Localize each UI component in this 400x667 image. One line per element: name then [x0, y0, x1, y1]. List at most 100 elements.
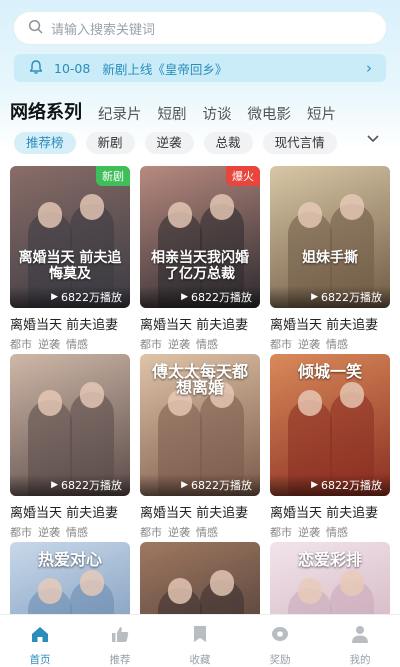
- poster-figure: [38, 578, 62, 604]
- video-card[interactable]: 傅太太每天都想离婚 ▶ 6822万播放 离婚当天 前夫追妻 都市 逆袭 情感: [140, 354, 260, 540]
- poster-figure: [168, 202, 192, 228]
- poster-image[interactable]: 离婚当天 前夫追悔莫及 新剧 ▶ 6822万播放: [10, 166, 130, 308]
- category-tab[interactable]: 短片: [307, 103, 336, 124]
- play-count-text: 6822万播放: [321, 479, 382, 492]
- card-title[interactable]: 离婚当天 前夫追妻: [270, 314, 390, 333]
- card-title[interactable]: 离婚当天 前夫追妻: [140, 314, 260, 333]
- category-tab[interactable]: 访谈: [203, 103, 232, 124]
- poster-image[interactable]: ▶ 6822万播放: [10, 354, 130, 496]
- home-icon: [29, 623, 51, 649]
- play-count-text: 6822万播放: [61, 291, 122, 304]
- card-tags: 都市 逆袭 情感: [270, 336, 390, 352]
- category-tab[interactable]: 网络系列: [10, 98, 82, 124]
- card-title[interactable]: 离婚当天 前夫追妻: [270, 502, 390, 521]
- poster-title-art: 恋爱彩排: [297, 550, 362, 569]
- poster-image[interactable]: 相亲当天我闪婚了亿万总裁 爆火 ▶ 6822万播放: [140, 166, 260, 308]
- category-tabs: 网络系列 纪录片 短剧 访谈 微电影 短片: [10, 98, 352, 124]
- card-tags: 都市 逆袭 情感: [270, 524, 390, 540]
- play-icon: ▶: [181, 292, 188, 302]
- card-tag: 逆袭: [298, 526, 320, 539]
- play-count: ▶ 6822万播放: [270, 286, 390, 308]
- play-count-text: 6822万播放: [61, 479, 122, 492]
- poster-figure: [340, 194, 364, 220]
- card-title[interactable]: 离婚当天 前夫追妻: [10, 502, 130, 521]
- tab-thumbs-up[interactable]: 推荐: [80, 615, 160, 667]
- card-tags: 都市 逆袭 情感: [10, 336, 130, 352]
- video-card[interactable]: 恋爱彩排: [270, 542, 390, 614]
- poster-image[interactable]: [140, 542, 260, 614]
- tab-home[interactable]: 首页: [0, 615, 80, 667]
- coin-icon: [269, 623, 291, 649]
- poster-figure: [298, 390, 322, 416]
- video-card[interactable]: 相亲当天我闪婚了亿万总裁 爆火 ▶ 6822万播放 离婚当天 前夫追妻 都市 逆袭 情感: [140, 166, 260, 352]
- tab-label: 推荐: [109, 654, 131, 666]
- filter-chip[interactable]: 新剧: [85, 132, 135, 154]
- card-tag: 情感: [196, 338, 218, 351]
- card-tag: 逆袭: [38, 526, 60, 539]
- poster-figure: [340, 570, 364, 596]
- card-tag: 都市: [140, 526, 162, 539]
- card-tag: 情感: [196, 526, 218, 539]
- video-card[interactable]: [140, 542, 260, 614]
- video-card[interactable]: 离婚当天 前夫追悔莫及 新剧 ▶ 6822万播放 离婚当天 前夫追妻 都市 逆袭 情感: [10, 166, 130, 352]
- poster-title-art: 相亲当天我闪婚了亿万总裁: [151, 250, 249, 282]
- poster-figure: [38, 202, 62, 228]
- poster-title-art: 离婚当天 前夫追悔莫及: [18, 250, 122, 282]
- play-icon: ▶: [51, 480, 58, 490]
- poster-image[interactable]: 姐妹手撕 ▶ 6822万播放: [270, 166, 390, 308]
- video-card[interactable]: 倾城一笑 ▶ 6822万播放离婚当天 前夫追妻 都市 逆袭 情感: [270, 354, 390, 540]
- filter-chip[interactable]: 推荐榜: [14, 132, 76, 154]
- chevron-right-icon: ›: [366, 59, 372, 77]
- card-tag: 逆袭: [38, 338, 60, 351]
- poster-figure: [80, 570, 104, 596]
- search-placeholder: 请输入搜索关键词: [51, 22, 156, 38]
- tab-label: 我的: [349, 654, 371, 666]
- play-count: ▶ 6822万播放: [140, 286, 260, 308]
- filter-chips: 推荐榜 新剧 逆袭 总裁 现代言情: [14, 132, 364, 154]
- category-tab[interactable]: 短剧: [158, 103, 187, 124]
- card-tags: 都市 逆袭 情感: [140, 336, 260, 352]
- card-tag: 都市: [10, 338, 32, 351]
- play-icon: ▶: [51, 292, 58, 302]
- play-count: ▶ 6822万播放: [10, 286, 130, 308]
- video-card[interactable]: 姐妹手撕 ▶ 6822万播放离婚当天 前夫追妻 都市 逆袭 情感: [270, 166, 390, 352]
- card-tag: 情感: [66, 338, 88, 351]
- poster-image[interactable]: 热爱对心: [10, 542, 130, 614]
- bookmark-icon: [189, 623, 211, 649]
- category-tab[interactable]: 纪录片: [98, 103, 142, 124]
- thumbs-up-icon: [109, 623, 131, 649]
- chevron-down-icon[interactable]: [366, 133, 380, 148]
- poster-image[interactable]: 恋爱彩排: [270, 542, 390, 614]
- card-tag: 逆袭: [168, 526, 190, 539]
- status-badge: 爆火: [226, 166, 260, 186]
- poster-figure: [298, 578, 322, 604]
- poster-figure: [80, 194, 104, 220]
- category-tab[interactable]: 微电影: [248, 103, 292, 124]
- poster-figure: [210, 194, 234, 220]
- card-tag: 情感: [66, 526, 88, 539]
- play-icon: ▶: [311, 292, 318, 302]
- play-count-text: 6822万播放: [321, 291, 382, 304]
- tab-bookmark[interactable]: 收藏: [160, 615, 240, 667]
- play-count-text: 6822万播放: [191, 479, 252, 492]
- tab-user[interactable]: 我的: [320, 615, 400, 667]
- card-tag: 都市: [140, 338, 162, 351]
- card-title[interactable]: 离婚当天 前夫追妻: [10, 314, 130, 333]
- poster-figure: [340, 382, 364, 408]
- search-bar[interactable]: 请输入搜索关键词: [14, 12, 386, 44]
- card-title[interactable]: 离婚当天 前夫追妻: [140, 502, 260, 521]
- poster-image[interactable]: 倾城一笑 ▶ 6822万播放: [270, 354, 390, 496]
- card-tag: 情感: [326, 338, 348, 351]
- notice-text: 新剧上线《皇帝回乡》: [102, 61, 228, 77]
- tab-coin[interactable]: 奖励: [240, 615, 320, 667]
- notice-banner[interactable]: 10-08 新剧上线《皇帝回乡》 ›: [14, 54, 386, 82]
- filter-chip[interactable]: 总裁: [203, 132, 253, 154]
- video-card[interactable]: ▶ 6822万播放 离婚当天 前夫追妻 都市 逆袭 情感: [10, 354, 130, 540]
- search-icon: [28, 19, 43, 38]
- notice-date: 10-08: [54, 60, 91, 76]
- filter-chip[interactable]: 现代言情: [262, 132, 337, 154]
- filter-chip[interactable]: 逆袭: [144, 132, 194, 154]
- card-tags: 都市 逆袭 情感: [140, 524, 260, 540]
- video-card[interactable]: 热爱对心: [10, 542, 130, 614]
- poster-image[interactable]: 傅太太每天都想离婚 ▶ 6822万播放: [140, 354, 260, 496]
